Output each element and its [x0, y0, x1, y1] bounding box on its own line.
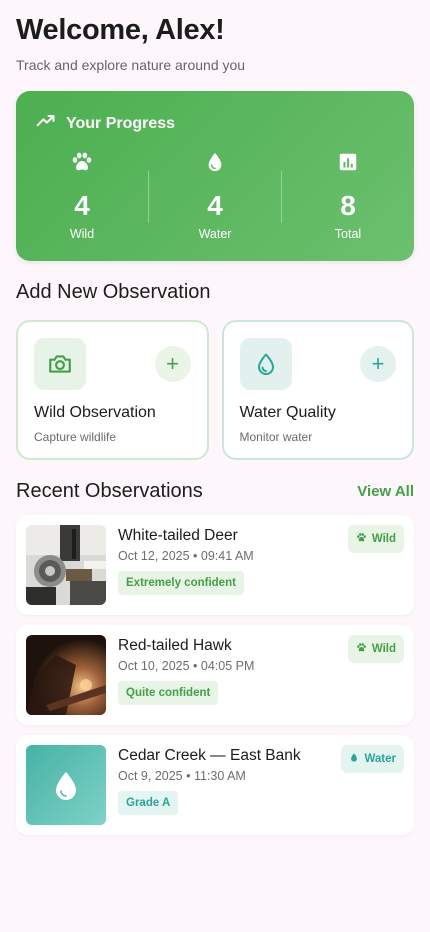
page-subtitle: Track and explore nature around you — [16, 57, 246, 73]
progress-stats: 4 Wild 4 Water 8 Total — [16, 149, 414, 241]
camera-icon — [34, 338, 86, 390]
observation-date: Oct 10, 2025 • 04:05 PM — [118, 659, 255, 673]
view-all-link[interactable]: View All — [357, 483, 414, 500]
stat-total-label: Total — [334, 227, 362, 241]
observation-name: Red-tailed Hawk — [118, 637, 232, 654]
observation-photo — [26, 635, 106, 715]
wild-observation-card[interactable]: + Wild Observation Capture wildlife — [16, 320, 209, 460]
stat-wild: 4 Wild — [16, 149, 148, 241]
add-section-title: Add New Observation — [16, 281, 211, 303]
page-title: Welcome, Alex! — [16, 14, 225, 46]
trending-up-icon — [36, 111, 56, 136]
observation-item[interactable]: White-tailed Deer Oct 12, 2025 • 09:41 A… — [16, 515, 414, 615]
wild-observation-subtitle: Capture wildlife — [34, 430, 117, 444]
paw-icon — [16, 149, 148, 175]
water-quality-title: Water Quality — [239, 404, 336, 421]
confidence-tag: Extremely confident — [118, 571, 244, 595]
bar-chart-icon — [282, 149, 414, 175]
observation-name: Cedar Creek — East Bank — [118, 747, 301, 764]
water-drop-icon — [349, 752, 359, 766]
progress-header: Your Progress — [36, 111, 175, 136]
observation-item[interactable]: Cedar Creek — East Bank Oct 9, 2025 • 11… — [16, 735, 414, 835]
badge-label: Wild — [371, 643, 396, 655]
progress-title: Your Progress — [66, 114, 176, 132]
category-badge: Wild — [347, 635, 404, 663]
add-wild-button[interactable]: + — [154, 346, 191, 382]
water-drop-icon — [149, 149, 281, 175]
badge-label: Water — [364, 753, 396, 765]
water-thumbnail — [26, 745, 106, 825]
stat-water-label: Water — [198, 227, 232, 241]
stat-water-value: 4 — [207, 190, 223, 221]
water-quality-card[interactable]: + Water Quality Monitor water — [221, 320, 414, 460]
stat-wild-value: 4 — [74, 190, 90, 221]
observation-name: White-tailed Deer — [118, 527, 238, 544]
badge-label: Wild — [371, 533, 396, 545]
stat-water: 4 Water — [149, 149, 281, 241]
home-screen: Welcome, Alex! Track and explore nature … — [0, 0, 430, 835]
water-quality-subtitle: Monitor water — [239, 430, 313, 444]
confidence-tag: Quite confident — [118, 681, 219, 705]
stat-total: 8 Total — [282, 149, 414, 241]
progress-card: Your Progress 4 Wild 4 Water 8 Total — [16, 91, 414, 261]
observation-list: White-tailed Deer Oct 12, 2025 • 09:41 A… — [16, 515, 414, 835]
observation-photo — [26, 525, 106, 605]
category-badge: Wild — [347, 525, 404, 553]
paw-icon — [356, 642, 367, 656]
add-observation-actions: + Wild Observation Capture wildlife + Wa… — [16, 320, 414, 460]
category-badge: Water — [341, 745, 404, 773]
stat-total-value: 8 — [340, 190, 356, 221]
observation-item[interactable]: Red-tailed Hawk Oct 10, 2025 • 04:05 PM … — [16, 625, 414, 725]
stat-wild-label: Wild — [69, 227, 95, 241]
paw-icon — [356, 532, 367, 546]
add-water-button[interactable]: + — [360, 346, 396, 382]
wild-observation-title: Wild Observation — [34, 404, 156, 421]
recent-header: Recent Observations View All — [16, 480, 414, 503]
water-drop-icon — [239, 338, 292, 390]
observation-date: Oct 9, 2025 • 11:30 AM — [118, 769, 246, 783]
recent-title: Recent Observations — [16, 480, 203, 502]
grade-tag: Grade A — [118, 791, 179, 815]
observation-date: Oct 12, 2025 • 09:41 AM — [118, 549, 254, 563]
